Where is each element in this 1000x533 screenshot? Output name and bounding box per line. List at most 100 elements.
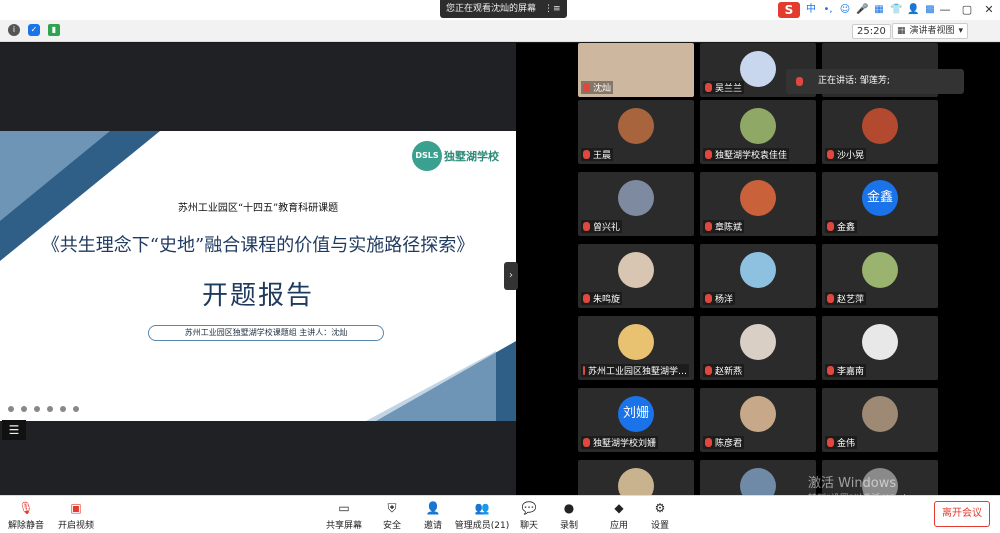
participant-tile[interactable]: 沈灿 — [578, 43, 694, 97]
apps-label: 应用 — [609, 521, 628, 531]
participant-tile[interactable]: 陈彦君 — [700, 388, 816, 452]
ime-toolbar: S 中 •, ☺ 🎤 ▦ 👕 👤 ▩ — [778, 2, 936, 18]
settings-button[interactable]: ⚙ 设置 — [636, 500, 684, 531]
participant-tile[interactable]: 章陈斌 — [700, 172, 816, 236]
participant-avatar — [740, 51, 776, 87]
screen-share-banner[interactable]: 您正在观看沈灿的屏幕 ⋮≡ — [440, 0, 567, 18]
mic-muted-icon — [583, 150, 590, 159]
mic-muted-icon — [705, 150, 712, 159]
users-icon: 👥 — [474, 501, 490, 515]
participant-name-text: 赵艺萍 — [837, 295, 865, 305]
leave-meeting-button[interactable]: 离开会议 — [934, 501, 990, 527]
slide-presenter-pill: 苏州工业园区独墅湖学校课题组 主讲人：沈灿 — [148, 325, 384, 341]
school-logo: DSLS 独墅湖学校 — [412, 141, 499, 171]
collapse-gallery-button[interactable]: › — [504, 262, 518, 290]
participant-name-text: 金伟 — [837, 439, 856, 449]
participant-tile[interactable]: 曾兴礼 — [578, 172, 694, 236]
maximize-button[interactable]: ▢ — [956, 0, 978, 20]
participant-avatar — [862, 252, 898, 288]
participant-tile[interactable]: 苏州工业园区独墅湖学… — [578, 316, 694, 380]
slide-menu-icon[interactable] — [60, 406, 66, 412]
signal-icon[interactable]: ▮ — [48, 24, 60, 36]
record-button[interactable]: ● 录制 — [545, 500, 593, 531]
slide-search-icon[interactable] — [47, 406, 53, 412]
participant-tile[interactable]: 金伟 — [822, 388, 938, 452]
slide-report-heading: 开题报告 — [201, 281, 314, 311]
record-icon: ● — [563, 501, 575, 515]
participant-tile[interactable]: 独墅湖学校袁佳佳 — [700, 100, 816, 164]
participant-name: 杨洋 — [703, 292, 736, 305]
ime-emoji-icon[interactable]: ☺ — [839, 4, 851, 16]
start-video-button[interactable]: ▣ 开启视频 — [52, 500, 100, 531]
participant-tile[interactable]: 李嘉南 — [822, 316, 938, 380]
participant-tile[interactable]: 赵艺萍 — [822, 244, 938, 308]
slide-more-icon[interactable] — [73, 406, 79, 412]
banner-options-icon[interactable]: ⋮≡ — [544, 0, 561, 18]
ime-skin-icon[interactable]: 👕 — [890, 4, 902, 16]
participant-tile[interactable]: 赵新燕 — [700, 316, 816, 380]
invite-label: 邀请 — [423, 521, 442, 531]
slide-subtitle: 苏州工业园区“十四五”教育科研课题 — [177, 203, 339, 214]
mic-muted-icon — [583, 83, 590, 92]
participant-tile[interactable]: 王晨 — [578, 100, 694, 164]
close-button[interactable]: ✕ — [978, 0, 1000, 20]
participant-avatar — [740, 396, 776, 432]
slide-pen-icon[interactable] — [34, 406, 40, 412]
video-off-icon: ▣ — [70, 501, 82, 515]
settings-label: 设置 — [650, 521, 669, 531]
mic-muted-icon — [583, 294, 590, 303]
unmute-label: 解除静音 — [7, 521, 44, 531]
participants-label: 管理成员(21) — [454, 521, 510, 531]
participant-avatar — [618, 180, 654, 216]
participant-name: 苏州工业园区独墅湖学… — [581, 364, 689, 377]
record-label: 录制 — [559, 521, 578, 531]
unmute-button[interactable]: 🎙 解除静音 — [2, 500, 50, 531]
sogou-logo-icon[interactable]: S — [778, 2, 800, 18]
participant-name: 陈彦君 — [703, 436, 745, 449]
school-logo-text: 独墅湖学校 — [444, 150, 499, 163]
participant-avatar — [862, 324, 898, 360]
slide-next-icon[interactable] — [21, 406, 27, 412]
list-menu-icon[interactable]: ☰ — [2, 420, 26, 440]
minimize-button[interactable]: — — [934, 0, 956, 20]
participant-avatar — [740, 108, 776, 144]
start-video-label: 开启视频 — [57, 521, 94, 531]
presentation-slide: DSLS 独墅湖学校 苏州工业园区“十四五”教育科研课题 《共生理念下“史地”融… — [0, 131, 516, 421]
participant-name: 金伟 — [825, 436, 858, 449]
participant-tile[interactable]: 刘姗 独墅湖学校刘姗 — [578, 388, 694, 452]
invite-button[interactable]: 👤 邀请 — [409, 500, 457, 531]
share-screen-icon: ▭ — [338, 501, 350, 515]
participant-name-text: 曾兴礼 — [593, 223, 621, 233]
participant-tile[interactable]: 杨洋 — [700, 244, 816, 308]
participant-tile[interactable]: 沙小晃 — [822, 100, 938, 164]
shield-icon[interactable]: ✓ — [28, 24, 40, 36]
mic-muted-icon — [705, 294, 712, 303]
participant-name: 王晨 — [581, 148, 614, 161]
share-screen-label: 共享屏幕 — [325, 521, 362, 531]
participant-name-text: 杨洋 — [715, 295, 734, 305]
apps-icon: ◆ — [614, 501, 624, 515]
watermark-subtitle: 转到“设置”以激活 Windows。 — [808, 494, 933, 504]
ime-punct-icon[interactable]: •, — [822, 4, 834, 16]
slide-prev-icon[interactable] — [8, 406, 14, 412]
ime-keyboard-icon[interactable]: ▦ — [873, 4, 885, 16]
mic-muted-icon — [827, 294, 834, 303]
slide-title: 《共生理念下“史地”融合课程的价值与实施路径探索》 — [41, 235, 475, 256]
participant-name: 独墅湖学校袁佳佳 — [703, 148, 790, 161]
participant-avatar — [740, 252, 776, 288]
info-icon[interactable]: i — [8, 24, 20, 36]
participant-name-text: 陈彦君 — [715, 439, 743, 449]
view-switch-button[interactable]: ▦ 演讲者视图 ▾ — [892, 23, 969, 39]
title-bar: 您正在观看沈灿的屏幕 ⋮≡ S 中 •, ☺ 🎤 ▦ 👕 👤 ▩ — ▢ ✕ — [0, 0, 1000, 20]
participant-name-text: 金鑫 — [837, 223, 856, 233]
ime-mode-icon[interactable]: 中 — [805, 4, 817, 16]
mic-icon — [796, 77, 803, 86]
participant-tile[interactable]: 朱鸣旋 — [578, 244, 694, 308]
ime-voice-icon[interactable]: 🎤 — [856, 4, 868, 16]
participant-tile[interactable]: 金鑫 金鑫 — [822, 172, 938, 236]
ime-user-icon[interactable]: 👤 — [907, 4, 919, 16]
share-screen-button[interactable]: ▭ 共享屏幕 — [320, 500, 368, 531]
participants-button[interactable]: 👥 管理成员(21) — [452, 500, 512, 531]
mic-muted-icon — [583, 438, 590, 447]
slide-controls — [8, 406, 79, 412]
